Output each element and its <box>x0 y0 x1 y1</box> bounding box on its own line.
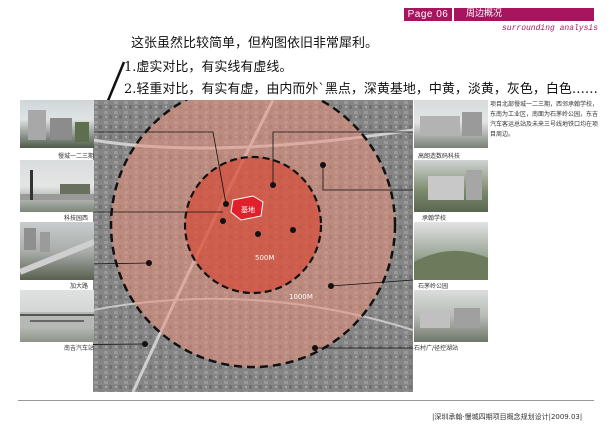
photo-left-1 <box>20 100 94 148</box>
caption-right-4: 石村广/径控湖站 <box>414 345 459 352</box>
section-title-tag: 周边概况 <box>454 8 594 21</box>
caption-left-3: 加大路 <box>70 283 89 290</box>
note-line-1: 这张虽然比较简单，但构图依旧非常犀利。 <box>131 36 379 51</box>
caption-left-4: 南吉汽车站 <box>64 345 95 352</box>
aerial-map: 基地 500M 1000M <box>93 100 413 392</box>
site-label: 基地 <box>241 205 255 214</box>
caption-left-1: 慢城一二三期 <box>58 153 95 160</box>
caption-right-1: 高朗造数码科技 <box>418 153 461 160</box>
photo-left-2 <box>20 160 94 212</box>
note-line-2: 1.虚实对比，有实线有虚线。 <box>124 60 293 75</box>
photo-left-4 <box>20 290 94 342</box>
caption-left-2: 科技园西 <box>64 215 89 222</box>
photo-right-2 <box>414 160 488 212</box>
photo-right-4 <box>414 290 488 342</box>
caption-right-3: 石茅岭公园 <box>418 283 449 290</box>
photo-right-3 <box>414 222 488 280</box>
section-subtitle: surrounding analysis <box>501 24 598 33</box>
project-description: 项目北部慢城一二三期，西邻承翰学校，东南为工业区，南面为石茅岭公园，东吉汽车客运… <box>490 101 599 138</box>
inner-ring-label: 500M <box>255 254 274 262</box>
footer-divider <box>18 400 594 401</box>
page-number-tag: Page 06 <box>404 8 452 21</box>
photo-left-3 <box>20 222 94 280</box>
ring-inner <box>183 155 323 295</box>
caption-right-2: 承翰学校 <box>422 215 447 222</box>
footer-text: |深圳承翰·慢城四期项目概念规划设计|2009.03| <box>432 413 583 421</box>
photo-right-1 <box>414 100 488 148</box>
note-line-3: 2.轻重对比，有实有虚，由内而外`黑点，深黄基地，中黄，淡黄，灰色，白色…… <box>124 82 598 97</box>
outer-ring-label: 1000M <box>289 293 313 301</box>
